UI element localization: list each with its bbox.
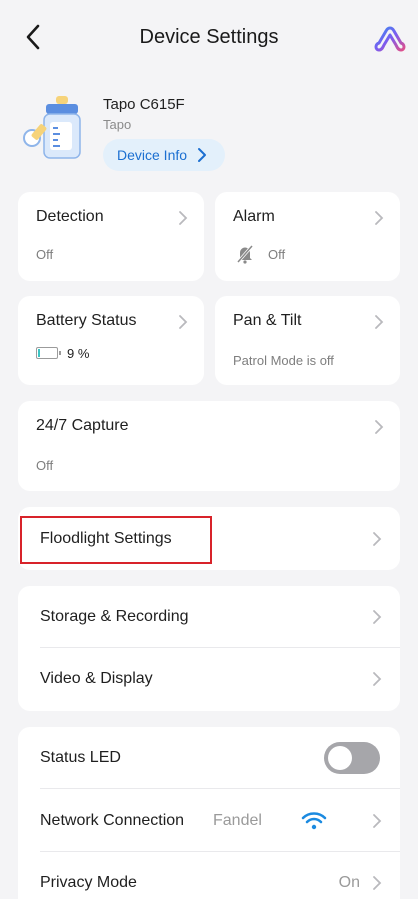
network-group: Status LED Network Connection Fandel Pri…: [18, 727, 400, 899]
chevron-right-icon: [198, 148, 207, 162]
chevron-right-icon: [179, 211, 188, 225]
chevron-right-icon: [375, 211, 384, 225]
page-title: Device Settings: [139, 26, 279, 48]
battery-level: 9 %: [67, 346, 90, 361]
video-display-label: Video & Display: [40, 670, 153, 687]
device-info-button[interactable]: Device Info: [103, 139, 225, 171]
chevron-right-icon: [375, 420, 384, 434]
battery-level-fill: [38, 349, 40, 357]
alarm-card[interactable]: Alarm Off: [215, 192, 400, 281]
capture-card[interactable]: 24/7 Capture Off: [18, 401, 400, 491]
floodlight-card[interactable]: Floodlight Settings: [18, 507, 400, 570]
detection-status: Off: [36, 247, 54, 262]
pan-tilt-card[interactable]: Pan & Tilt Patrol Mode is off: [215, 296, 400, 385]
alarm-title: Alarm: [233, 208, 275, 225]
battery-title: Battery Status: [36, 312, 137, 329]
network-connection-label: Network Connection: [40, 811, 185, 829]
capture-title: 24/7 Capture: [36, 417, 129, 434]
floodlight-label: Floodlight Settings: [40, 529, 172, 547]
device-summary: Tapo C615F Tapo Device Info: [20, 92, 400, 176]
status-led-toggle[interactable]: [324, 742, 380, 774]
privacy-mode-label: Privacy Mode: [40, 874, 137, 891]
storage-recording-label: Storage & Recording: [40, 608, 189, 625]
detection-card[interactable]: Detection Off: [18, 192, 204, 281]
network-name: Fandel: [213, 811, 262, 829]
video-display-row[interactable]: Video & Display: [18, 648, 400, 710]
device-name: Tapo C615F: [103, 96, 185, 113]
pan-tilt-status: Patrol Mode is off: [233, 353, 334, 368]
device-settings-page: Device Settings Tapo C615F Tapo Device I…: [0, 0, 418, 899]
chevron-right-icon: [373, 610, 382, 624]
network-connection-row[interactable]: Network Connection Fandel: [18, 789, 400, 852]
chevron-right-icon: [373, 531, 382, 546]
wifi-icon: [301, 812, 327, 830]
privacy-mode-row[interactable]: Privacy Mode On: [18, 852, 400, 899]
detection-title: Detection: [36, 208, 104, 225]
tapo-logo-icon[interactable]: [374, 24, 406, 54]
alarm-status: Off: [268, 247, 286, 262]
status-led-label: Status LED: [40, 749, 121, 766]
battery-icon: [36, 347, 61, 359]
alarm-off-icon: [236, 245, 254, 264]
chevron-right-icon: [373, 813, 382, 828]
camera-device-image: [23, 96, 81, 159]
header: Device Settings: [0, 0, 418, 78]
chevron-right-icon: [179, 315, 188, 329]
storage-group: Storage & Recording Video & Display: [18, 586, 400, 711]
privacy-mode-value: On: [338, 874, 360, 891]
chevron-right-icon: [373, 876, 382, 890]
device-info-label: Device Info: [117, 147, 188, 163]
storage-recording-row[interactable]: Storage & Recording: [18, 586, 400, 648]
chevron-right-icon: [375, 315, 384, 329]
status-led-row: Status LED: [18, 727, 400, 789]
toggle-knob: [328, 746, 352, 770]
battery-card[interactable]: Battery Status 9 %: [18, 296, 204, 385]
capture-status: Off: [36, 458, 54, 473]
chevron-right-icon: [373, 672, 382, 686]
device-brand: Tapo: [103, 117, 132, 132]
pan-tilt-title: Pan & Tilt: [233, 312, 302, 329]
